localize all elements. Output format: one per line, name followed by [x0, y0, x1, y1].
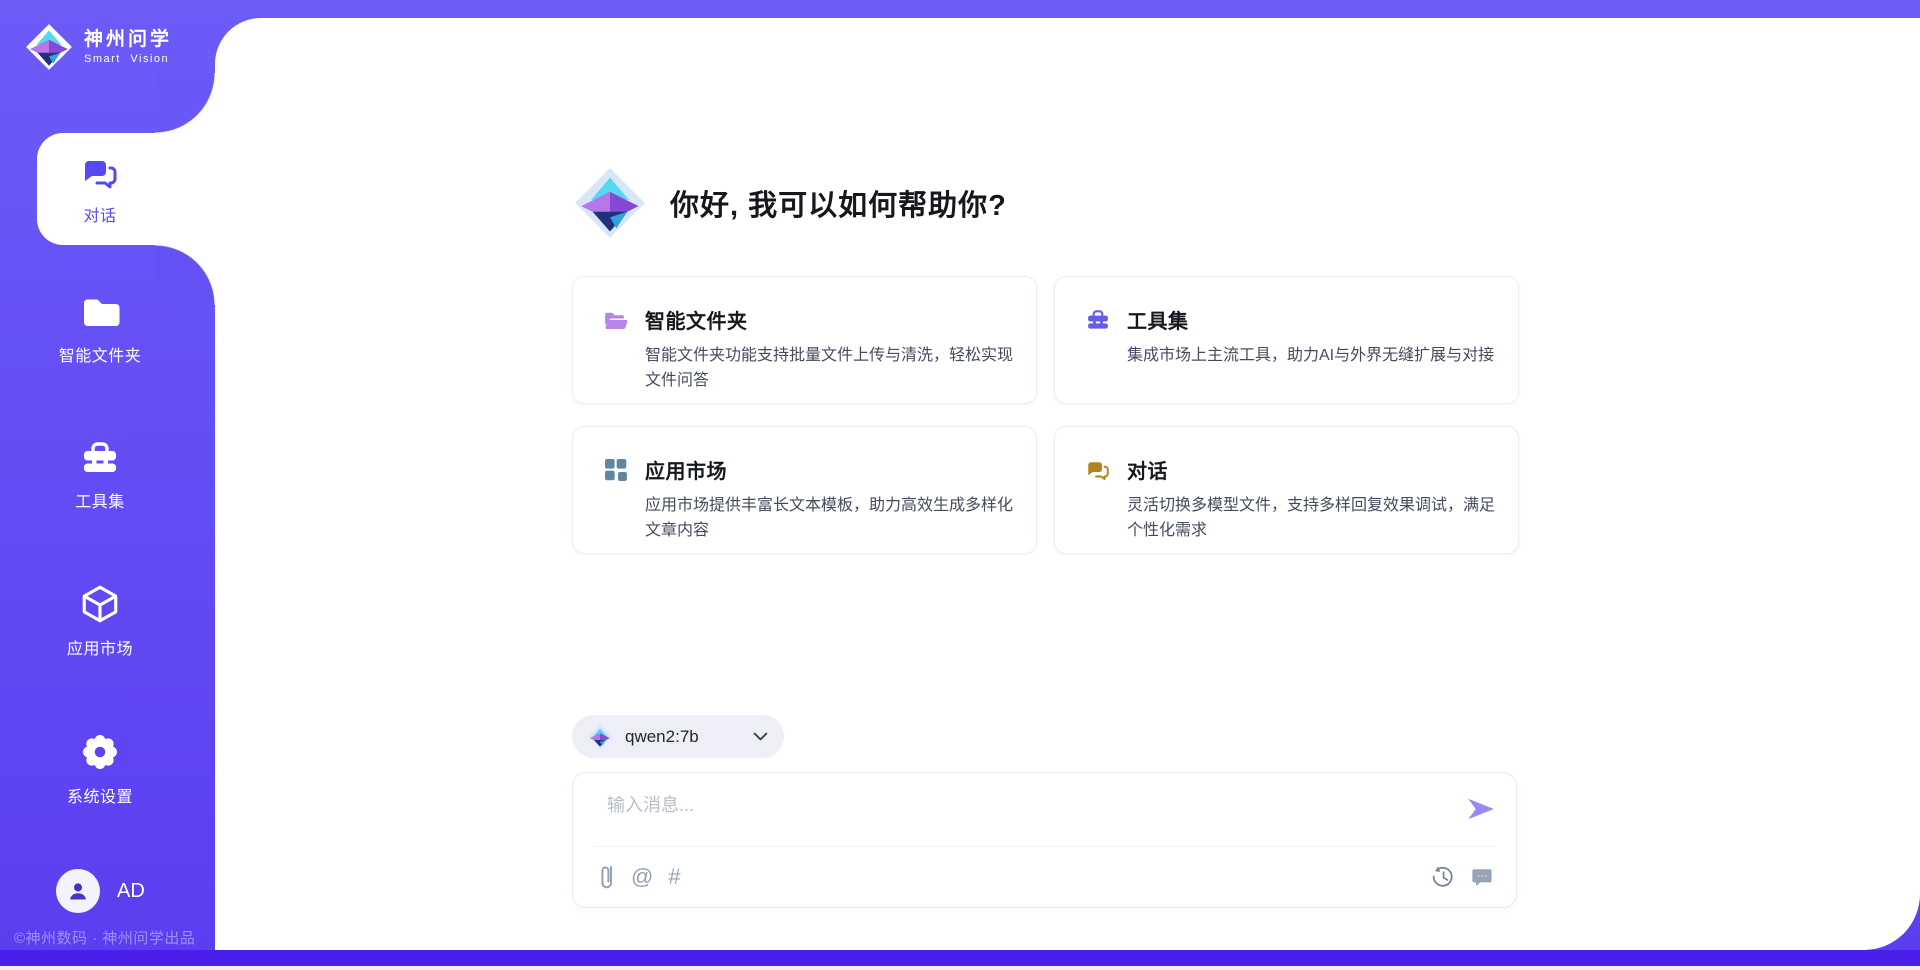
card-desc: 应用市场提供丰富长文本模板，助力高效生成多样化文章内容	[645, 493, 1013, 543]
main-content: 你好, 我可以如何帮助你? 智能文件夹 智能文件夹功能支持批量文件上传与清洗，轻…	[572, 18, 1520, 950]
brand-logo: 神州问学 Smart Vision	[24, 22, 172, 72]
sidebar: 神州问学 Smart Vision 对话 智能文件夹	[0, 0, 215, 966]
model-name: qwen2:7b	[625, 727, 699, 747]
grid-cube-icon	[603, 457, 629, 483]
history-button[interactable]	[1431, 865, 1455, 889]
card-head: 智能文件夹	[603, 305, 1010, 334]
folder-icon	[79, 292, 121, 332]
toolbox-icon	[79, 438, 121, 478]
card-head: 工具集	[1085, 305, 1492, 334]
sidebar-item-label: 智能文件夹	[59, 342, 142, 366]
send-button[interactable]	[1466, 795, 1496, 825]
brand-subtitle: Smart Vision	[84, 52, 172, 66]
card-title: 应用市场	[645, 455, 727, 484]
feature-cards: 智能文件夹 智能文件夹功能支持批量文件上传与清洗，轻松实现文件问答	[572, 276, 1519, 554]
brand-diamond-icon	[24, 22, 74, 72]
card-title: 对话	[1127, 455, 1168, 484]
greeting: 你好, 我可以如何帮助你?	[572, 165, 1007, 241]
paperclip-icon	[599, 862, 616, 892]
card-desc: 灵活切换多模型文件，支持多样回复效果调试，满足个性化需求	[1127, 493, 1495, 543]
card-title: 智能文件夹	[645, 305, 748, 334]
sidebar-item-app-market[interactable]: 应用市场	[0, 583, 200, 659]
card-desc: 智能文件夹功能支持批量文件上传与清洗，轻松实现文件问答	[645, 343, 1013, 393]
avatar	[56, 869, 100, 913]
cube-icon	[79, 583, 121, 625]
hash-glyph: #	[668, 866, 680, 888]
at-glyph: @	[631, 866, 653, 888]
feedback-button[interactable]	[1470, 865, 1494, 889]
sidebar-item-chat[interactable]: 对话	[37, 133, 215, 245]
model-diamond-icon	[587, 724, 613, 750]
card-head: 应用市场	[603, 455, 1010, 484]
sidebar-item-smart-folder[interactable]: 智能文件夹	[0, 292, 200, 366]
user-initials: AD	[117, 880, 145, 903]
mention-button[interactable]: @	[631, 866, 653, 888]
sidebar-item-label: 工具集	[75, 488, 125, 512]
card-head: 对话	[1085, 455, 1492, 484]
chevron-down-icon	[753, 729, 768, 744]
card-title: 工具集	[1127, 305, 1189, 334]
gear-icon	[79, 731, 121, 773]
card-toolset[interactable]: 工具集 集成市场上主流工具，助力AI与外界无缝扩展与对接	[1054, 276, 1519, 404]
main-panel: 你好, 我可以如何帮助你? 智能文件夹 智能文件夹功能支持批量文件上传与清洗，轻…	[215, 18, 1920, 950]
sidebar-item-settings[interactable]: 系统设置	[0, 731, 200, 807]
composer-toolbar-right	[1431, 865, 1494, 889]
card-chat[interactable]: 对话 灵活切换多模型文件，支持多样回复效果调试，满足个性化需求	[1054, 426, 1519, 554]
send-icon	[1467, 795, 1495, 823]
hashtag-button[interactable]: #	[668, 866, 680, 888]
history-clock-icon	[1431, 865, 1455, 889]
copyright-text: ©神州数码 · 神州问学出品	[14, 927, 195, 948]
assistant-diamond-icon	[572, 165, 648, 241]
sidebar-item-label: 对话	[83, 202, 116, 226]
attach-button[interactable]	[599, 862, 616, 892]
composer: @ #	[572, 772, 1517, 908]
greeting-text: 你好, 我可以如何帮助你?	[670, 182, 1007, 224]
card-desc: 集成市场上主流工具，助力AI与外界无缝扩展与对接	[1127, 343, 1495, 368]
chat-square-icon	[1470, 865, 1494, 889]
person-icon	[65, 878, 91, 904]
sidebar-item-toolset[interactable]: 工具集	[0, 438, 200, 512]
chat-bubbles-icon	[1085, 457, 1111, 483]
toolbox-icon	[1085, 307, 1111, 333]
message-input[interactable]	[605, 789, 1429, 841]
composer-toolbar: @ #	[599, 859, 1494, 895]
card-app-market[interactable]: 应用市场 应用市场提供丰富长文本模板，助力高效生成多样化文章内容	[572, 426, 1037, 554]
brand-text: 神州问学 Smart Vision	[84, 28, 172, 66]
active-tab-fillet-top	[155, 73, 215, 133]
model-selector[interactable]: qwen2:7b	[572, 715, 784, 758]
sidebar-item-label: 应用市场	[67, 635, 133, 659]
user-button[interactable]: AD	[56, 869, 145, 913]
card-smart-folder[interactable]: 智能文件夹 智能文件夹功能支持批量文件上传与清洗，轻松实现文件问答	[572, 276, 1037, 404]
bottom-accent-bar	[0, 950, 1920, 966]
brand-name: 神州问学	[84, 28, 172, 52]
chat-bubbles-icon	[80, 153, 120, 193]
sidebar-item-label: 系统设置	[67, 783, 133, 807]
composer-divider	[593, 846, 1496, 847]
app-root: 神州问学 Smart Vision 对话 智能文件夹	[0, 0, 1920, 966]
folder-open-icon	[603, 307, 629, 333]
